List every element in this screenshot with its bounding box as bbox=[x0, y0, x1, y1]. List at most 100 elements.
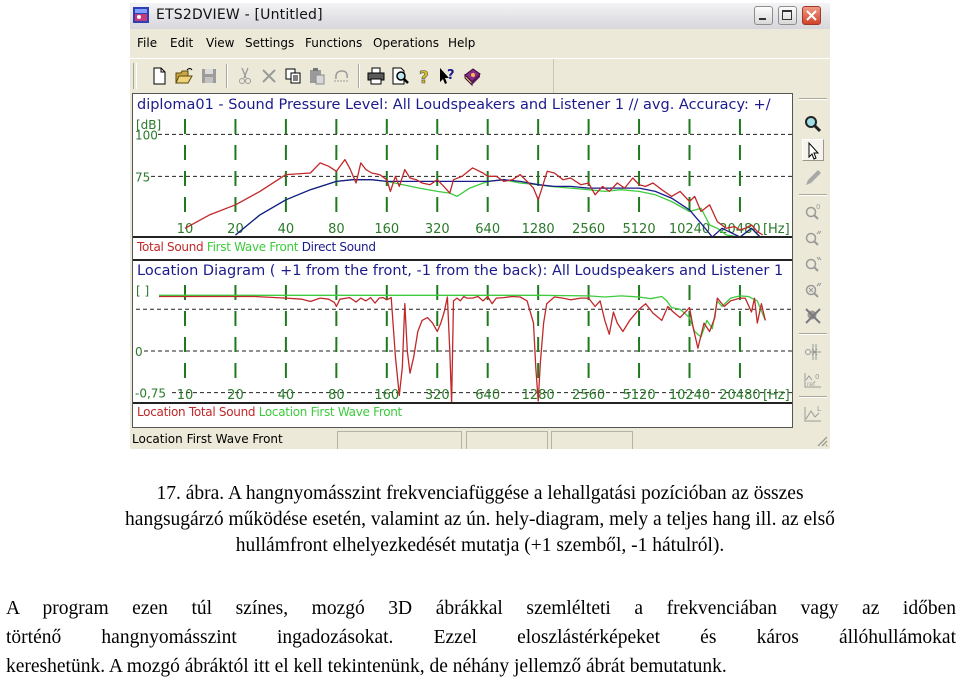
toolbar-separator bbox=[799, 194, 827, 196]
arrow-pointer-icon bbox=[808, 141, 820, 160]
x-tick-label: 320 bbox=[425, 388, 450, 403]
caption-line: hangsugárzó működése esetén, valamint az… bbox=[125, 509, 835, 530]
paragraph-line: történő hangnyomásszint ingadozásokat. E… bbox=[6, 627, 956, 648]
zoom-in-x-icon bbox=[805, 230, 822, 246]
print-button[interactable] bbox=[365, 65, 387, 87]
window-title: ETS2DVIEW - [Untitled] bbox=[156, 7, 323, 23]
zoom-in-y-button[interactable] bbox=[802, 279, 824, 301]
menu-settings[interactable]: Settings bbox=[245, 36, 294, 50]
save-button[interactable] bbox=[198, 65, 220, 87]
undo-icon bbox=[334, 70, 348, 82]
x-tick-label: 20 bbox=[227, 388, 244, 403]
book-button[interactable] bbox=[461, 65, 483, 87]
zoom-out-x-button[interactable] bbox=[802, 253, 824, 275]
svg-text:?: ? bbox=[447, 68, 455, 83]
toolbar-separator bbox=[799, 333, 827, 335]
body-paragraph: A program ezen túl színes, mozgó 3D ábrá… bbox=[6, 594, 956, 681]
help-button[interactable]: ? bbox=[413, 65, 435, 89]
toolbar-separator bbox=[358, 64, 360, 88]
menu-functions[interactable]: Functions bbox=[305, 36, 362, 50]
magnifier-icon bbox=[805, 116, 822, 133]
legend-location-first-wave-front: Location First Wave Front bbox=[258, 405, 403, 419]
x-tick-label: 160 bbox=[374, 222, 399, 237]
svg-text:0: 0 bbox=[815, 373, 819, 381]
svg-text:ref: ref bbox=[807, 381, 816, 388]
svg-text:L: L bbox=[817, 405, 821, 413]
menu-edit[interactable]: Edit bbox=[170, 36, 193, 50]
open-button[interactable] bbox=[173, 65, 195, 87]
print-preview-button[interactable] bbox=[389, 65, 411, 87]
close-button[interactable] bbox=[802, 6, 821, 25]
zoom-out-x-icon bbox=[805, 256, 822, 272]
pen-tool-button[interactable] bbox=[802, 167, 824, 189]
ets-app-icon bbox=[133, 7, 149, 23]
zoom-cancel-button[interactable] bbox=[802, 305, 824, 327]
menu-help[interactable]: Help bbox=[448, 36, 475, 50]
print-preview-icon bbox=[392, 67, 409, 85]
menu-file[interactable]: File bbox=[137, 36, 157, 50]
menu-operations[interactable]: Operations bbox=[373, 36, 439, 50]
ref-level-button[interactable]: 0 ref bbox=[802, 369, 824, 391]
x-tick-label: 160 bbox=[374, 388, 399, 403]
toolbar-end bbox=[553, 59, 554, 93]
plot-style-icon: L bbox=[804, 405, 821, 422]
status-pane bbox=[337, 431, 462, 449]
y-tick-label: 100 bbox=[135, 128, 158, 142]
spl-chart[interactable]: [dB]1007510 20 40 80 160 320 640 1280 2560 5120 10… bbox=[133, 117, 792, 237]
spl-legend-divider bbox=[133, 236, 792, 238]
location-legend: Location Total Sound Location First Wave… bbox=[137, 405, 402, 419]
plot-style-button[interactable]: L bbox=[802, 403, 824, 425]
x-tick-label: 2560 bbox=[572, 222, 605, 237]
minimize-button[interactable] bbox=[754, 6, 773, 25]
resize-grip-icon[interactable] bbox=[816, 435, 828, 447]
cut-button[interactable] bbox=[234, 65, 256, 87]
right-toolbar: 0 0 ref L bbox=[795, 93, 830, 433]
title-bar[interactable]: ETS2DVIEW - [Untitled] bbox=[130, 3, 830, 29]
toolbar-separator bbox=[226, 64, 228, 88]
status-text: Location First Wave Front bbox=[132, 432, 283, 446]
x-tick-label: 80 bbox=[328, 222, 345, 237]
paragraph-line: kereshetünk. A mozgó ábráktól itt el kel… bbox=[6, 656, 727, 677]
menu-bar: File Edit View Settings Functions Operat… bbox=[130, 30, 830, 56]
close-icon bbox=[806, 10, 817, 21]
x-tick-label: 10240 bbox=[669, 388, 710, 403]
toolbar-grip[interactable] bbox=[133, 63, 137, 89]
location-chart[interactable]: [ ]0-0,75 10 20 40 80 160 320 640 1280 2560 5120 10… bbox=[133, 283, 792, 403]
context-help-button[interactable]: ? bbox=[437, 65, 459, 87]
pencil-icon bbox=[806, 170, 821, 185]
x-tick-label: 640 bbox=[475, 222, 500, 237]
maximize-button[interactable] bbox=[778, 6, 797, 25]
caption-line: hullámfront elhelyezkedését mutatja (+1 … bbox=[235, 535, 725, 556]
x-tick-label: 40 bbox=[278, 222, 295, 237]
y-axis-label: [ ] bbox=[136, 284, 149, 298]
copy-button[interactable] bbox=[282, 65, 304, 87]
status-bar: Location First Wave Front bbox=[130, 429, 830, 449]
ref-level-icon: 0ref bbox=[804, 373, 821, 388]
zoom-in-x-button[interactable] bbox=[802, 227, 824, 249]
caption-line: 17. ábra. A hangnyomásszint frekvenciafü… bbox=[156, 483, 804, 504]
select-tool-button[interactable] bbox=[802, 139, 824, 161]
undo-button[interactable] bbox=[330, 65, 352, 87]
menu-view[interactable]: View bbox=[206, 36, 234, 50]
delete-button[interactable] bbox=[258, 65, 280, 87]
x-tick-label: 10 bbox=[177, 222, 194, 237]
location-chart-title: Location Diagram ( +1 from the front, -1… bbox=[137, 263, 784, 279]
svg-text:0: 0 bbox=[816, 203, 820, 211]
zoom-reset-button[interactable]: 0 bbox=[802, 201, 824, 223]
cursor-markers-button[interactable] bbox=[802, 341, 824, 363]
zoom-tool-button[interactable] bbox=[802, 113, 824, 135]
new-button[interactable] bbox=[148, 65, 170, 87]
zoom-cancel-icon bbox=[805, 308, 821, 324]
open-folder-icon bbox=[175, 68, 193, 84]
paste-button[interactable] bbox=[306, 65, 328, 87]
x-axis-label: [Hz] bbox=[763, 388, 790, 403]
x-axis-label: [Hz] bbox=[763, 222, 790, 237]
y-tick-label: 0 bbox=[135, 345, 143, 359]
x-tick-label: 320 bbox=[425, 222, 450, 237]
legend-total-sound: Total Sound bbox=[137, 240, 204, 254]
zoom-in-y-icon bbox=[805, 282, 822, 298]
x-tick-label: 5120 bbox=[623, 388, 656, 403]
x-tick-label: 10240 bbox=[669, 222, 710, 237]
x-tick-label: 640 bbox=[475, 388, 500, 403]
toolbar-grip[interactable] bbox=[799, 98, 827, 100]
